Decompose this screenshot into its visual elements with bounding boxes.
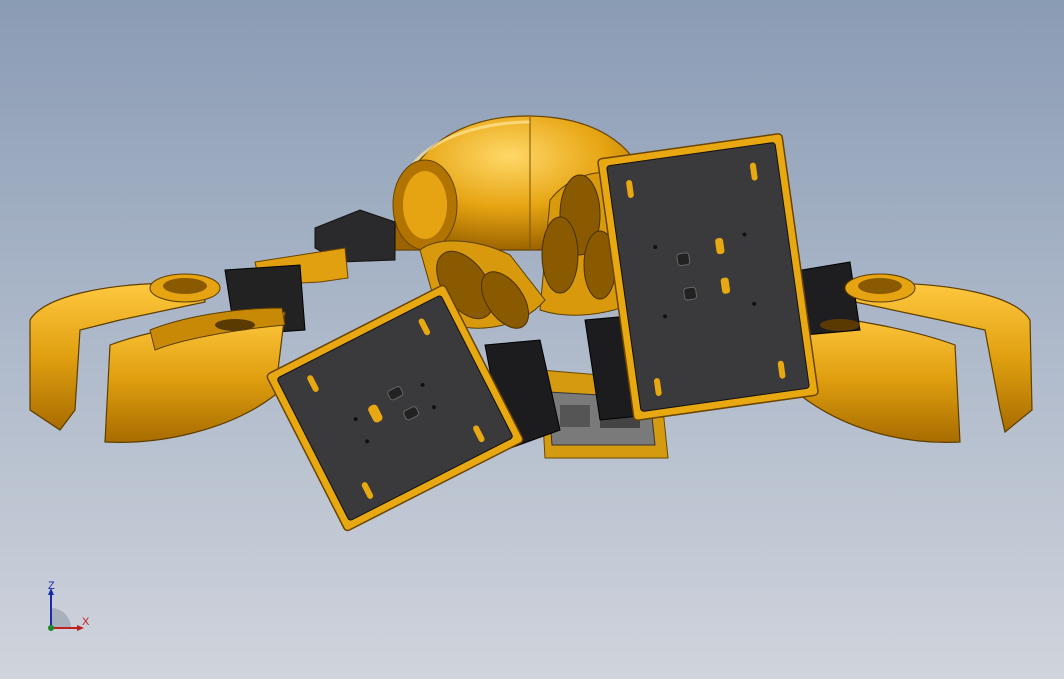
robot-model[interactable] bbox=[0, 0, 1064, 679]
y-axis-icon bbox=[48, 625, 54, 631]
x-axis-label: X bbox=[82, 616, 90, 628]
coordinate-triad: Z X bbox=[38, 578, 98, 638]
right-mounting-plate[interactable] bbox=[597, 133, 819, 421]
triad-plane-shade bbox=[51, 608, 71, 628]
3d-viewport[interactable]: Z X bbox=[0, 0, 1064, 679]
triad-axes bbox=[48, 588, 84, 631]
right-leg-shell[interactable] bbox=[789, 261, 1033, 443]
z-axis-label: Z bbox=[48, 580, 55, 592]
